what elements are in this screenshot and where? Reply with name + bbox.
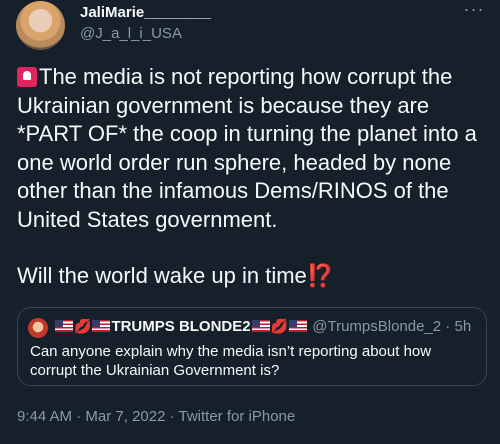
tweet-source[interactable]: Twitter for iPhone	[179, 408, 296, 425]
lips-icon: 💋	[74, 318, 92, 334]
tweet-time[interactable]: 9:44 AM	[17, 408, 72, 425]
more-icon[interactable]: ···	[458, 0, 490, 22]
tweet-date[interactable]: Mar 7, 2022	[85, 408, 165, 425]
tweet-text-line1: The media is not reporting how corrupt t…	[17, 64, 477, 232]
interrobang-icon: ⁉️	[306, 263, 335, 288]
us-flag-icon	[55, 320, 73, 332]
quoted-text: Can anyone explain why the media isn’t r…	[30, 343, 432, 379]
meta-separator: ·	[165, 408, 179, 425]
us-flag-icon	[251, 320, 270, 332]
author-avatar[interactable]	[16, 1, 65, 50]
quoted-time: 5h	[454, 318, 472, 335]
meta-separator: ·	[72, 408, 86, 425]
tweet-text-line2: Will the world wake up in time	[17, 263, 307, 288]
quoted-handle: @TrumpsBlonde_2	[312, 318, 442, 335]
quoted-tweet[interactable]: 💋 TRUMPS BLONDE2 💋 @TrumpsBlonde_2 · 5h Ca…	[17, 307, 487, 386]
author-handle[interactable]: @J_a_l_i_USA	[80, 25, 182, 42]
author-display-name[interactable]: JaliMarie________	[80, 4, 211, 21]
us-flag-icon	[289, 320, 308, 332]
quoted-separator: ·	[441, 318, 455, 335]
lips-icon: 💋	[270, 318, 289, 334]
tweet-text: The media is not reporting how corrupt t…	[17, 63, 487, 291]
us-flag-icon	[92, 320, 111, 332]
tweet: JaliMarie________ @J_a_l_i_USA ··· The m…	[0, 0, 500, 444]
tweet-meta: 9:44 AM · Mar 7, 2022 · Twitter for iPho…	[17, 408, 295, 425]
quoted-header: 💋 TRUMPS BLONDE2 💋 @TrumpsBlonde_2 · 5h	[54, 318, 471, 335]
quoted-name: TRUMPS BLONDE2	[111, 318, 251, 335]
siren-icon	[17, 67, 37, 87]
quoted-avatar	[28, 318, 48, 338]
